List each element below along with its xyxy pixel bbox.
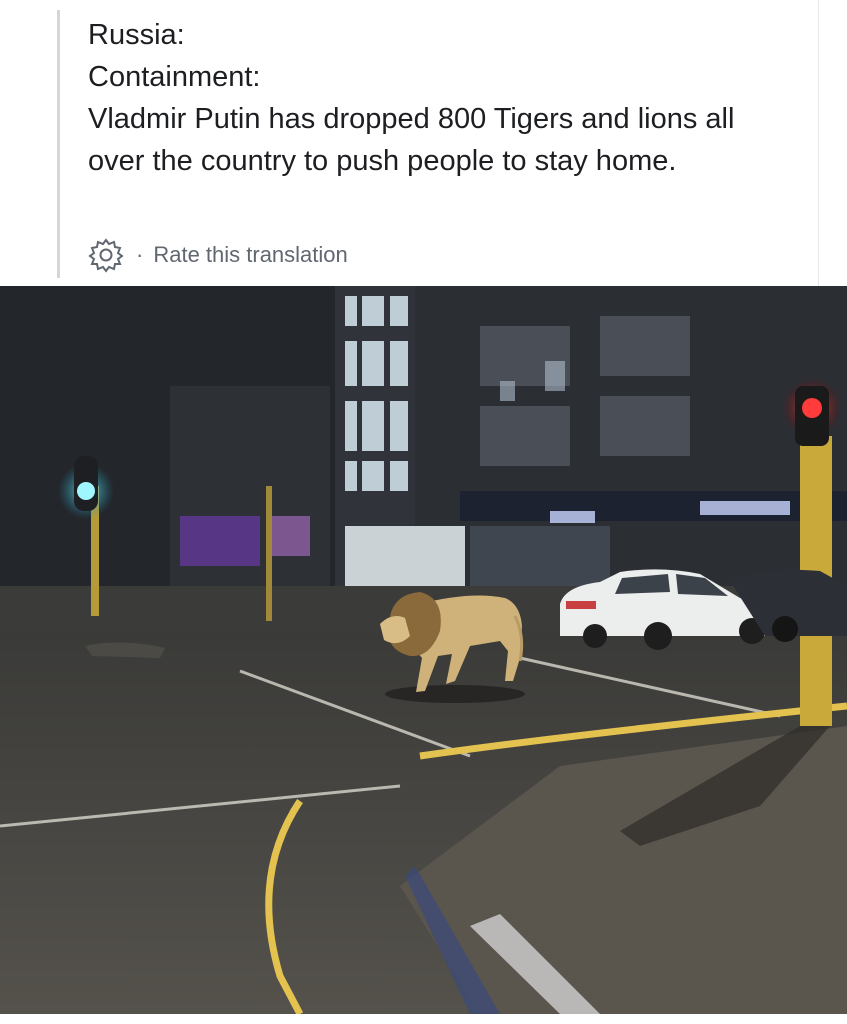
card-border xyxy=(818,0,819,286)
post-text-line: Vladmir Putin has dropped 800 Tigers and… xyxy=(88,103,735,177)
card-bottom-edge xyxy=(0,1014,847,1024)
translation-row: · Rate this translation xyxy=(88,236,348,274)
lion-street-photo xyxy=(0,286,847,1014)
post-card: Russia: Containment: Vladmir Putin has d… xyxy=(0,0,847,1024)
quote-bar xyxy=(57,10,60,278)
post-text-line: Containment: xyxy=(88,61,261,93)
gear-icon[interactable] xyxy=(88,237,124,273)
rate-translation-link[interactable]: Rate this translation xyxy=(153,242,347,268)
post-text-line: Russia: xyxy=(88,19,185,51)
separator-dot: · xyxy=(136,242,144,267)
post-text: Russia: Containment: Vladmir Putin has d… xyxy=(88,14,788,182)
